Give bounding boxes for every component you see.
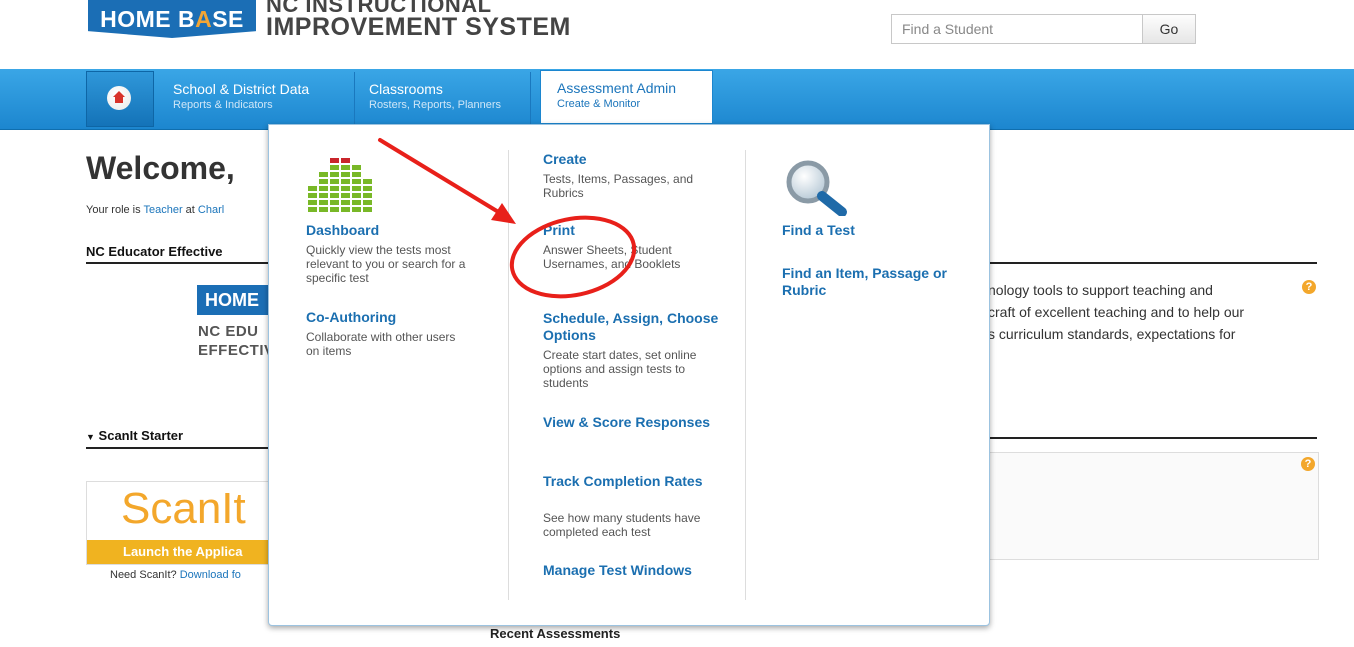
scanit-logo-word: ScanIt	[121, 484, 246, 533]
menu-manage-windows-link[interactable]: Manage Test Windows	[543, 562, 713, 579]
menu-print-desc: Answer Sheets, Student Usernames, and Bo…	[543, 243, 681, 271]
scanit-section-heading[interactable]: ▼ ScanIt Starter	[86, 428, 183, 443]
educator-section-heading: NC Educator Effective	[86, 244, 223, 259]
role-line: Your role is Teacher at Charl	[86, 204, 224, 216]
menu-create-desc: Tests, Items, Passages, and Rubrics	[543, 172, 694, 200]
help-icon[interactable]: ?	[1301, 457, 1315, 471]
nav-divider	[530, 72, 531, 126]
section-rule	[986, 437, 1317, 439]
nav-assessment-admin[interactable]: Assessment Admin Create & Monitor	[540, 70, 713, 124]
nc-educator-logo-badge: HOME	[197, 285, 275, 315]
menu-co-authoring-link[interactable]: Co-Authoring	[306, 309, 396, 326]
go-button[interactable]: Go	[1142, 14, 1196, 44]
need-scanit-text: Need ScanIt?	[110, 569, 180, 581]
menu-find-test-link[interactable]: Find a Test	[782, 222, 855, 239]
menu-track-completion-desc: See how many students have completed eac…	[543, 511, 701, 539]
nav-classrooms[interactable]: Classrooms Rosters, Reports, Planners	[369, 81, 501, 111]
logo-text-accent: A	[195, 6, 213, 32]
magnifier-icon	[786, 160, 847, 216]
section-rule	[86, 262, 276, 264]
school-link[interactable]: Charl	[198, 204, 224, 216]
nav-school-district-data[interactable]: School & District Data Reports & Indicat…	[173, 81, 309, 111]
home-base-logo[interactable]: HOME BASE	[88, 0, 256, 38]
need-scanit-line: Need ScanIt? Download fo	[110, 569, 241, 581]
scanit-launch-banner[interactable]: ScanIt Launch the Applica	[86, 481, 278, 565]
nav-item-subtitle: Create & Monitor	[557, 98, 641, 110]
system-title-line2: IMPROVEMENT SYSTEM	[266, 13, 571, 41]
scanit-info-box	[986, 452, 1319, 560]
help-icon[interactable]: ?	[1302, 280, 1316, 294]
nav-item-title: School & District Data	[173, 81, 310, 97]
menu-track-completion-link[interactable]: Track Completion Rates	[543, 473, 713, 490]
section-rule	[86, 447, 276, 449]
menu-view-score-link[interactable]: View & Score Responses	[543, 414, 713, 431]
menu-dashboard-desc: Quickly view the tests most relevant to …	[306, 243, 466, 285]
nc-educator-logo-text: NC EDU EFFECTIV	[198, 322, 275, 360]
scanit-launch-label: Launch the Applica	[87, 540, 277, 564]
menu-dashboard-link[interactable]: Dashboard	[306, 222, 379, 239]
nc-logo-line2: EFFECTIV	[198, 342, 275, 359]
nav-item-subtitle: Reports & Indicators	[173, 99, 273, 111]
menu-print-link[interactable]: Print	[543, 222, 575, 239]
role-at: at	[182, 204, 198, 216]
home-icon	[107, 86, 131, 110]
nav-item-title: Classrooms	[369, 81, 443, 97]
home-button[interactable]	[86, 71, 154, 127]
logo-text-part2: SE	[212, 6, 244, 32]
scanit-heading-label: ScanIt Starter	[98, 428, 184, 443]
description-line3: s curriculum standards, expectations for	[988, 326, 1236, 342]
download-scanit-link[interactable]: Download fo	[180, 569, 241, 581]
description-line2: craft of excellent teaching and to help …	[988, 304, 1245, 320]
menu-find-item-link[interactable]: Find an Item, Passage or Rubric	[782, 265, 952, 299]
section-rule	[986, 262, 1317, 264]
menu-co-authoring-desc: Collaborate with other users on items	[306, 330, 456, 358]
column-divider	[745, 150, 746, 600]
menu-create-link[interactable]: Create	[543, 151, 587, 168]
caret-down-icon: ▼	[86, 432, 95, 442]
menu-schedule-assign-link[interactable]: Schedule, Assign, Choose Options	[543, 310, 733, 344]
nc-logo-line1: NC EDU	[198, 323, 259, 340]
role-link[interactable]: Teacher	[143, 204, 182, 216]
dashboard-bars-icon	[308, 158, 372, 212]
nav-item-title: Assessment Admin	[557, 80, 677, 96]
nav-item-subtitle: Rosters, Reports, Planners	[369, 99, 502, 111]
nav-divider	[354, 72, 355, 126]
system-title: NC INSTRUCTIONAL IMPROVEMENT SYSTEM	[266, 0, 571, 41]
column-divider	[508, 150, 509, 600]
role-prefix: Your role is	[86, 204, 144, 216]
welcome-heading: Welcome,	[86, 150, 235, 186]
logo-text-part1: HOME B	[100, 6, 196, 32]
find-student-input[interactable]	[891, 14, 1143, 44]
recent-assessments-heading: Recent Assessments	[490, 626, 621, 641]
educator-description: nology tools to support teaching and cra…	[988, 279, 1328, 345]
menu-schedule-assign-desc: Create start dates, set online options a…	[543, 348, 697, 390]
description-line1: nology tools to support teaching and	[988, 282, 1213, 298]
